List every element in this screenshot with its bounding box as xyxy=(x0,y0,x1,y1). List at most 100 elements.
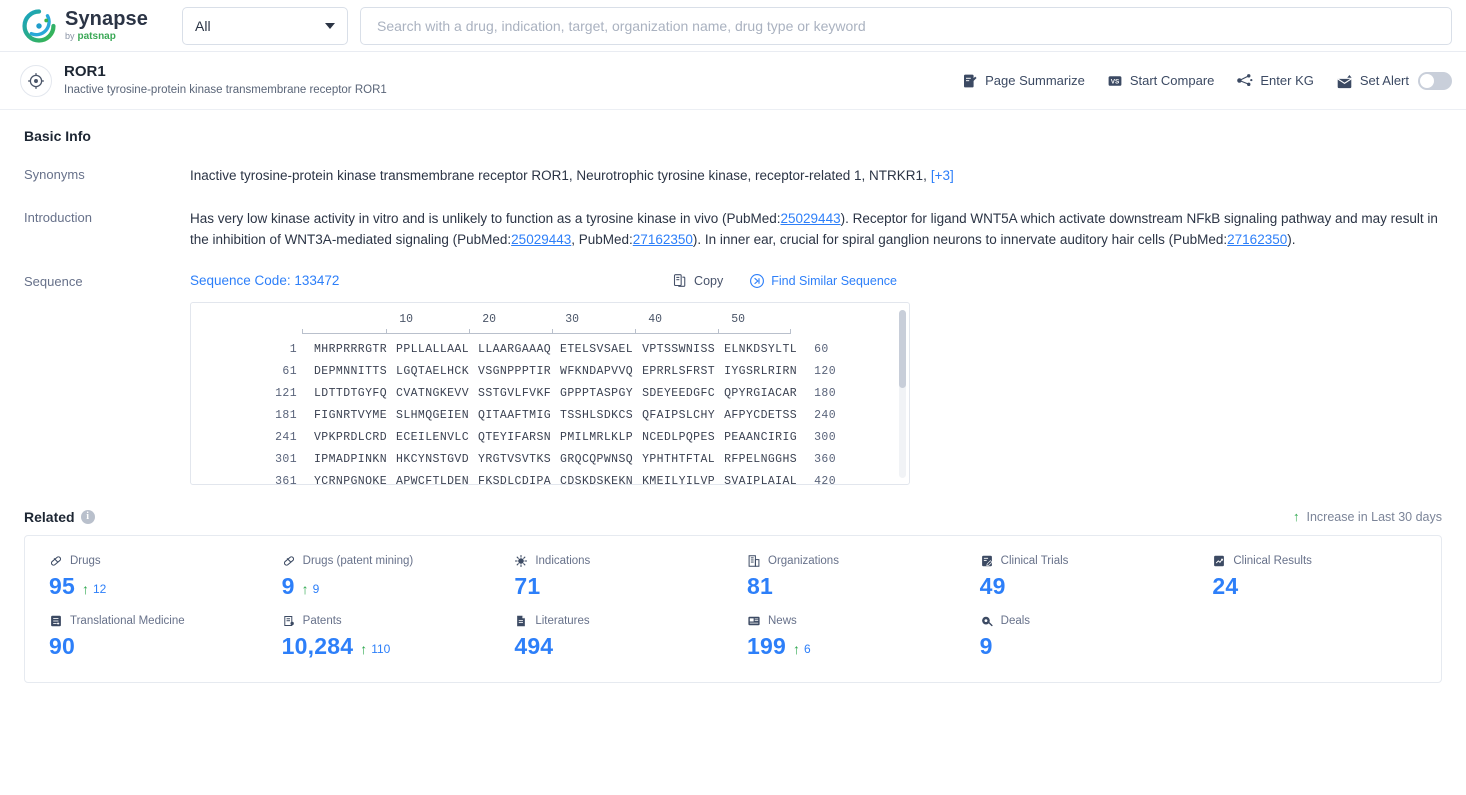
sequence-chunk: FKSDLCDIPA xyxy=(478,474,552,485)
sequence-chunk: YRGTVSVTKS xyxy=(478,452,552,466)
find-similar-sequence-button[interactable]: Find Similar Sequence xyxy=(749,273,897,289)
related-stats-grid: Drugs 95 ↑ 12 Drugs (patent mining) 9 ↑ 9 Indica… xyxy=(35,554,1431,660)
copy-button[interactable]: Copy xyxy=(672,273,723,288)
related-stat-drugs[interactable]: Drugs 95 ↑ 12 xyxy=(35,554,268,600)
pubmed-link-4[interactable]: 27162350 xyxy=(1227,232,1287,247)
top-bar: Synapse by patsnap All xyxy=(0,0,1466,52)
sequence-code[interactable]: Sequence Code: 133472 xyxy=(190,273,339,288)
stat-value: 9 xyxy=(281,572,295,599)
stat-delta: ↑ 9 xyxy=(302,582,320,596)
knowledge-graph-icon xyxy=(1236,72,1253,89)
sequence-chunk: ETELSVSAEL xyxy=(560,342,634,356)
search-input[interactable] xyxy=(375,7,1437,44)
sequence-chunk: YPHTHTFTAL xyxy=(642,452,716,466)
sequence-line: 301 IPMADPINKN HKCYNSTGVD YRGTVSVTKS GRQCQPW… xyxy=(191,453,909,466)
sequence-chunk: APWCFTLDEN xyxy=(396,474,470,485)
related-stat-organizations[interactable]: Organizations 81 xyxy=(733,554,966,600)
sequence-start-position: 61 xyxy=(282,364,297,378)
sequence-chunk: NCEDLPQPES xyxy=(642,430,716,444)
stat-value: 24 xyxy=(1212,572,1239,599)
stat-header: Indications xyxy=(514,554,733,568)
search-scope-select[interactable]: All xyxy=(182,6,348,45)
related-stat-clinical-trials[interactable]: Clinical Trials 49 xyxy=(966,554,1199,600)
stat-label: Indications xyxy=(535,554,591,567)
stat-values: 90 xyxy=(49,633,268,660)
flow-node-icon xyxy=(49,614,63,628)
sequence-chunk: GPPPTASPGY xyxy=(560,386,634,400)
sequence-line: 1 MHRPRRRGTR PPLLALLAAL LLAARGAAAQ ETELSVSAE… xyxy=(191,343,909,356)
stat-label: Clinical Results xyxy=(1233,554,1312,567)
set-alert-control[interactable]: Set Alert xyxy=(1336,71,1452,90)
sequence-chunk: SVAIPLAIAL xyxy=(724,474,798,485)
brand-company: patsnap xyxy=(77,31,116,42)
sequence-toolbar: Sequence Code: 133472 Copy Find Similar … xyxy=(190,273,1442,289)
pubmed-link-1[interactable]: 25029443 xyxy=(781,211,841,226)
sequence-viewer[interactable]: 10 20 30 40 50 1 MHRPRRRGTR PPLLALLAAL LLAA… xyxy=(190,301,910,485)
clipboard-edit-icon xyxy=(980,554,994,568)
entity-header: ROR1 Inactive tyrosine-protein kinase tr… xyxy=(0,52,1466,110)
sequence-chunk: SDEYEEDGFC xyxy=(642,386,716,400)
sequence-residues: FIGNRTVYME SLHMQGEIEN QITAAFTMIG TSSHLSDKCS… xyxy=(314,409,797,422)
sequence-content: 10 20 30 40 50 1 MHRPRRRGTR PPLLALLAAL LLAA… xyxy=(191,313,909,485)
sequence-chunk: ELNKDSYLTL xyxy=(724,342,798,356)
sequence-scrollbar-thumb[interactable] xyxy=(899,309,906,388)
intro-part-5: ). xyxy=(1287,231,1296,247)
stat-header: Translational Medicine xyxy=(49,614,268,628)
stat-label: Drugs (patent mining) xyxy=(302,554,414,567)
stat-header: Drugs xyxy=(49,554,268,568)
stat-value: 81 xyxy=(747,572,773,599)
sequence-ruler-line xyxy=(302,328,791,334)
sequence-ruler: 10 20 30 40 50 xyxy=(191,313,909,326)
sequence-chunk: QFAIPSLCHY xyxy=(642,408,716,422)
related-stat-news[interactable]: News 199 ↑ 6 xyxy=(733,614,966,660)
set-alert-toggle[interactable] xyxy=(1418,71,1452,90)
start-compare-button[interactable]: VS Start Compare xyxy=(1107,73,1215,89)
related-stat-indications[interactable]: Indications 71 xyxy=(500,554,733,600)
sequence-scrollbar[interactable] xyxy=(899,309,906,478)
sequence-chunk: PEAANCIRIG xyxy=(724,430,798,444)
related-stat-drugs-patent-mining[interactable]: Drugs (patent mining) 9 ↑ 9 xyxy=(268,554,501,600)
brand-logo-area[interactable]: Synapse by patsnap xyxy=(14,8,164,43)
related-stat-patents[interactable]: Patents 10,284 ↑ 110 xyxy=(268,614,501,660)
page-summarize-button[interactable]: Page Summarize xyxy=(962,73,1085,89)
stat-values: 9 ↑ 9 xyxy=(282,573,501,600)
sequence-chunk: WFKNDAPVVQ xyxy=(560,364,634,378)
synonyms-more-link[interactable]: [+3] xyxy=(931,168,954,183)
pubmed-link-3[interactable]: 27162350 xyxy=(633,232,693,247)
pubmed-link-2[interactable]: 25029443 xyxy=(511,232,571,247)
stat-delta-value: 9 xyxy=(312,581,320,596)
related-stat-literatures[interactable]: Literatures 494 xyxy=(500,614,733,660)
sequence-start-position: 301 xyxy=(275,452,297,466)
sequence-chunk: MHRPRRRGTR xyxy=(314,342,388,356)
intro-part-4: ). In inner ear, crucial for spiral gang… xyxy=(692,231,1228,247)
sequence-row: Sequence Sequence Code: 133472 Copy Find… xyxy=(24,273,1442,485)
enter-kg-button[interactable]: Enter KG xyxy=(1236,72,1314,89)
search-scope-value: All xyxy=(195,17,211,34)
page-title: ROR1 xyxy=(64,62,106,80)
related-stat-deals[interactable]: Deals 9 xyxy=(966,614,1199,660)
arrow-up-icon: ↑ xyxy=(360,640,368,657)
sequence-residues: DEPMNNITTS LGQTAELHCK VSGNPPPTIR WFKNDAPVVQ… xyxy=(314,365,797,378)
related-stat-clinical-results[interactable]: Clinical Results 24 xyxy=(1198,554,1431,600)
sequence-residues: YCRNPGNQKE APWCFTLDEN FKSDLCDIPA CDSKDSKEKN… xyxy=(314,474,798,485)
sequence-chunk: LGQTAELHCK xyxy=(396,364,470,378)
search-field[interactable] xyxy=(360,6,1452,45)
stat-values: 81 xyxy=(747,573,966,600)
stat-value: 49 xyxy=(979,572,1006,599)
sequence-start-position: 361 xyxy=(275,474,297,485)
related-card: Drugs 95 ↑ 12 Drugs (patent mining) 9 ↑ 9 Indica… xyxy=(24,534,1442,683)
stat-value: 90 xyxy=(49,632,75,659)
intro-part-3: , PubMed: xyxy=(571,231,633,247)
sequence-residues: VPKPRDLCRD ECEILENVLC QTEYIFARSN PMILMRLKLP… xyxy=(314,431,797,444)
enter-kg-label: Enter KG xyxy=(1260,73,1314,88)
stat-delta: ↑ 110 xyxy=(360,642,390,656)
related-stat-translational-medicine[interactable]: Translational Medicine 90 xyxy=(35,614,268,660)
sequence-chunk: KMEILYILVP xyxy=(642,474,716,485)
synonyms-row: Synonyms Inactive tyrosine-protein kinas… xyxy=(24,166,1442,187)
start-compare-label: Start Compare xyxy=(1129,73,1215,88)
stat-label: Organizations xyxy=(768,554,839,567)
stat-header: Deals xyxy=(980,614,1199,628)
info-icon[interactable]: i xyxy=(80,509,95,524)
sequence-chunk: LDTTDTGYFQ xyxy=(314,386,388,400)
results-chart-icon xyxy=(1212,554,1226,568)
